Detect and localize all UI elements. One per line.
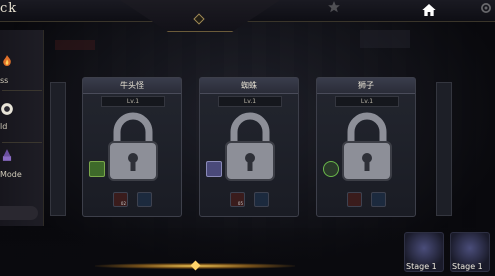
lock-icon (225, 112, 275, 181)
background-panel (360, 30, 410, 48)
item-slot (347, 192, 362, 207)
item-slot: 05 (230, 192, 245, 207)
skill-icon (323, 161, 339, 177)
lock-icon (342, 112, 392, 181)
card-title: 蜘蛛 (200, 78, 298, 94)
card-title: 狮子 (317, 78, 415, 94)
stage-label: Stage 1 (406, 262, 437, 271)
card-level: Lv.1 (335, 96, 399, 107)
monster-card[interactable]: 蜘蛛 Lv.1 05 (199, 77, 299, 217)
sidebar-item-label: Mode (0, 170, 22, 179)
star-icon (328, 1, 340, 13)
background-panel (55, 40, 95, 50)
item-slot (371, 192, 386, 207)
monster-card[interactable]: 牛头怪 Lv.1 02 (82, 77, 182, 217)
divider (2, 142, 42, 143)
card-partial-right (436, 82, 452, 216)
item-slot: 02 (113, 192, 128, 207)
divider (2, 90, 42, 91)
sidebar-item-mode[interactable]: Mode (0, 144, 44, 192)
card-level: Lv.1 (218, 96, 282, 107)
gear-icon[interactable] (479, 1, 493, 15)
sidebar-toggle[interactable] (0, 206, 38, 220)
skill-icon (89, 161, 105, 177)
monster-card[interactable]: 狮子 Lv.1 (316, 77, 416, 217)
card-title: 牛头怪 (83, 78, 181, 94)
item-slot (137, 192, 152, 207)
sidebar-item-label: ld (0, 122, 8, 131)
skill-icon (206, 161, 222, 177)
sidebar-item-guild[interactable]: ld (0, 92, 44, 140)
item-slot (254, 192, 269, 207)
card-partial-left (50, 82, 66, 216)
sidebar-item-boss[interactable]: ss (0, 30, 44, 90)
stage-label: Stage 1 (452, 262, 483, 271)
home-icon[interactable] (421, 2, 437, 18)
sidebar-item-label: ss (0, 76, 9, 85)
sidebar: ss ld Mode (0, 30, 44, 226)
card-level: Lv.1 (101, 96, 165, 107)
back-button-label[interactable]: ck (0, 1, 17, 16)
lock-icon (108, 112, 158, 181)
